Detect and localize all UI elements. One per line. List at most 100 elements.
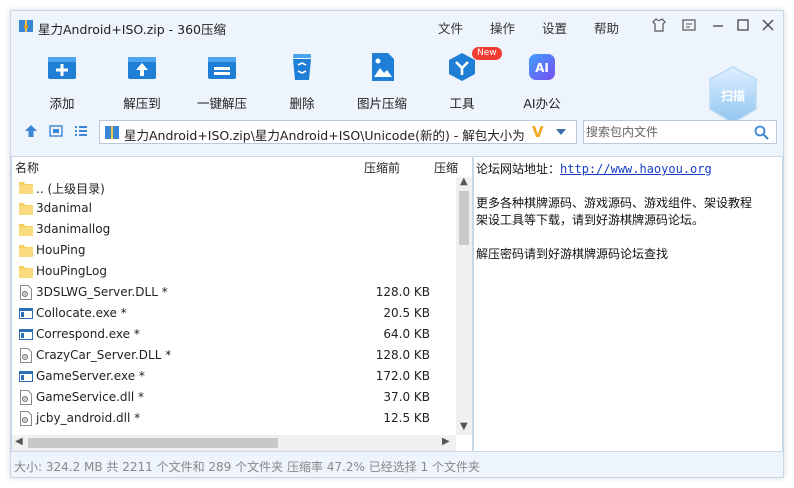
table-row[interactable]: GameService.dll * 37.0 KB [12,387,456,408]
tools-label: 工具 [449,96,475,111]
file-list-pane: 名称 压缩前 压缩 .. (上级目录) 3danimal 3danimallog Ho… [11,156,473,452]
file-name: 3danimal [36,201,92,215]
scan-button[interactable]: 扫描 [707,65,759,125]
app-window: 星力Android+ISO.zip - 360压缩 文件 操作 设置 帮助 添加… [10,10,784,478]
table-row[interactable]: HouPingLog [12,261,456,282]
column-name-header[interactable]: 名称 [15,159,39,176]
up-arrow-icon[interactable] [24,124,38,138]
file-name: Correspond.exe * [36,327,140,341]
file-size: 172.0 KB [375,369,430,383]
file-name: jcby_android.dll * [36,411,141,425]
status-text: 大小: 324.2 MB 共 2211 个文件和 289 个文件夹 压缩率 47… [14,460,480,474]
one-click-extract-button[interactable]: 一键解压 [187,47,257,111]
file-name: 3danimallog [36,222,111,236]
image-compress-button[interactable]: 图片压缩 [347,47,417,111]
address-row: 星力Android+ISO.zip\星力Android+ISO\Unicode(… [11,118,783,146]
file-name: 3DSLWG_Server.DLL * [36,285,168,299]
vertical-scrollbar[interactable]: ▲ ▼ [456,176,472,435]
chevron-down-icon[interactable] [556,129,566,135]
table-row[interactable]: Collocate.exe * 20.5 KB [12,303,456,324]
tools-button[interactable]: New 工具 [427,47,502,111]
menu-help[interactable]: 帮助 [594,18,619,37]
file-size: 12.5 KB [383,411,430,425]
file-size: 64.0 KB [383,327,430,341]
table-row[interactable]: .. (上级目录) [12,177,456,198]
search-input[interactable] [586,123,746,141]
one-click-extract-icon [208,57,236,79]
file-size: 20.5 KB [383,306,430,320]
scroll-left-icon[interactable]: ◀ [15,436,23,447]
table-row[interactable]: Correspond.exe * 64.0 KB [12,324,456,345]
exe-file-icon [19,308,33,319]
new-badge: New [472,47,502,60]
dll-file-icon [20,348,32,363]
delete-button[interactable]: 删除 [267,47,337,111]
file-name: GameServer.exe * [36,369,145,383]
file-list: .. (上级目录) 3danimal 3danimallog HouPing HouPi… [12,177,456,435]
folder-icon [19,245,33,257]
scroll-up-icon[interactable]: ▲ [460,176,468,187]
table-row[interactable]: CrazyCar_Server.DLL * 128.0 KB [12,345,456,366]
vertical-scroll-thumb[interactable] [459,191,469,245]
vip-mark: V [532,123,544,141]
ai-office-icon: AI [529,54,555,80]
menu-settings[interactable]: 设置 [542,18,567,37]
file-name: HouPing [36,243,86,257]
maximize-icon[interactable] [735,17,751,33]
horizontal-scroll-thumb[interactable] [28,438,278,448]
site-address-line: 论坛网站地址：http://www.haoyou.org [476,160,712,177]
search-box [583,120,777,144]
comment-line-3: 架设工具等下载，请到好游棋牌源码论坛。 [476,213,705,227]
scroll-right-icon[interactable]: ▶ [442,436,450,447]
exe-file-icon [19,371,33,382]
file-size: 128.0 KB [375,348,430,362]
add-button[interactable]: 添加 [27,47,97,111]
file-name: Collocate.exe * [36,306,127,320]
minimize-icon[interactable] [710,17,726,33]
extract-to-button[interactable]: 解压到 [107,47,177,111]
trash-icon [293,54,311,80]
thumbnail-view-icon[interactable] [49,124,63,138]
one-click-extract-label: 一键解压 [196,96,247,111]
menu-operation[interactable]: 操作 [490,18,515,37]
file-size: 37.0 KB [383,390,430,404]
archive-comment-pane: 论坛网站地址：http://www.haoyou.org 更多各种棋牌源码、游戏… [473,156,783,452]
site-label: 论坛网站地址： [476,162,561,176]
dll-file-icon [20,411,32,426]
image-compress-label: 图片压缩 [356,96,407,111]
menu-file[interactable]: 文件 [438,18,463,37]
scan-label: 扫描 [721,88,745,103]
site-link[interactable]: http://www.haoyou.org [560,162,712,176]
extract-to-label: 解压到 [123,96,161,111]
search-icon[interactable] [754,125,769,140]
dll-file-icon [20,285,32,300]
list-view-icon[interactable] [74,124,88,138]
close-icon[interactable] [760,17,776,33]
add-label: 添加 [49,96,75,111]
ai-office-button[interactable]: AI AI办公 [507,47,577,111]
table-row[interactable]: 3danimal [12,198,456,219]
ai-icon-text: AI [535,61,549,75]
horizontal-scrollbar[interactable]: ◀ ▶ [12,435,456,451]
archive-icon [105,126,119,139]
scroll-down-icon[interactable]: ▼ [460,421,468,432]
skin-icon[interactable] [651,17,667,33]
column-packed-header[interactable]: 压缩 [434,159,458,176]
table-row[interactable]: 3DSLWG_Server.DLL * 128.0 KB [12,282,456,303]
extract-to-icon [128,57,156,79]
title-bar: 星力Android+ISO.zip - 360压缩 文件 操作 设置 帮助 [11,11,783,41]
column-size-header[interactable]: 压缩前 [364,159,400,176]
feedback-icon[interactable] [681,17,697,33]
table-row[interactable]: GameServer.exe * 172.0 KB [12,366,456,387]
table-row[interactable]: 3danimallog [12,219,456,240]
table-row[interactable]: jcby_android.dll * 12.5 KB [12,408,456,429]
dll-file-icon [20,390,32,405]
table-row[interactable]: HouPing [12,240,456,261]
file-size: 128.0 KB [375,285,430,299]
comment-line-2: 更多各种棋牌源码、游戏源码、游戏组件、架设教程 [476,196,753,210]
folder-icon [19,224,33,236]
image-compress-icon [372,53,394,81]
address-path: 星力Android+ISO.zip\星力Android+ISO\Unicode(… [124,128,529,143]
address-bar[interactable]: 星力Android+ISO.zip\星力Android+ISO\Unicode(… [99,120,577,144]
folder-icon [19,266,33,278]
